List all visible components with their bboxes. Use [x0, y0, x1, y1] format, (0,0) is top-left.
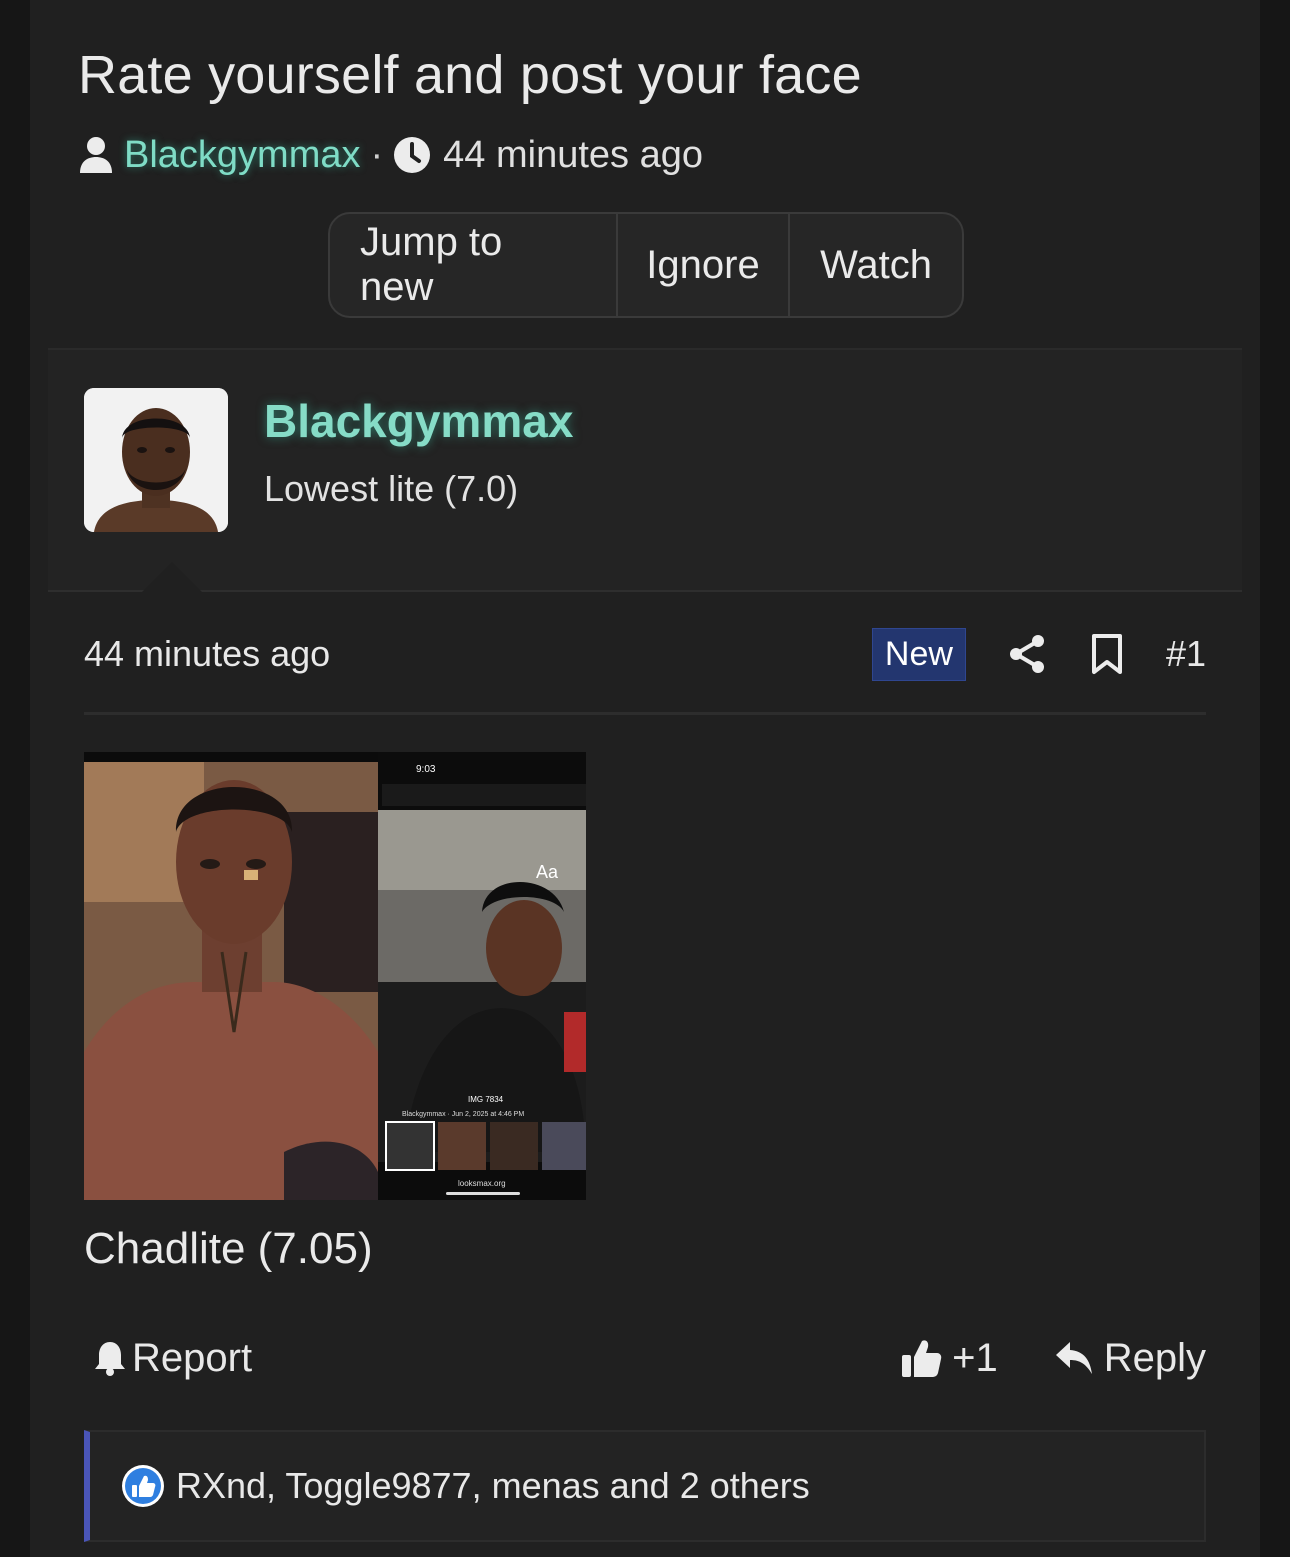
- post-actions: Report +1 Reply: [84, 1330, 1206, 1386]
- post-attachment-image[interactable]: 9:03 Aa IMG 7834 Blackgymmax · Jun 2, 20…: [84, 752, 586, 1200]
- thread-author-link[interactable]: Blackgymmax: [124, 134, 361, 177]
- img-meta: Blackgymmax · Jun 2, 2025 at 4:46 PM: [402, 1111, 524, 1118]
- like-count: +1: [952, 1335, 998, 1380]
- post-pointer-arrow: [140, 562, 204, 594]
- reactions-text: RXnd, Toggle9877, menas and 2 others: [176, 1465, 810, 1506]
- clock-icon: [394, 137, 431, 173]
- ignore-button[interactable]: Ignore: [618, 214, 790, 316]
- thread-meta: Blackgymmax · 44 minutes ago: [78, 130, 703, 180]
- poster-user-title: Lowest lite (7.0): [264, 468, 519, 509]
- report-label: Report: [132, 1335, 253, 1380]
- post-number-link[interactable]: #1: [1166, 633, 1206, 675]
- poster-username[interactable]: Blackgymmax: [264, 394, 573, 448]
- watch-button[interactable]: Watch: [790, 214, 962, 316]
- thumbs-up-icon: [902, 1340, 942, 1377]
- share-icon[interactable]: [1006, 633, 1048, 675]
- report-button[interactable]: Report: [84, 1336, 252, 1381]
- post-meta-right: New #1: [871, 627, 1206, 681]
- actions-right: +1 Reply: [900, 1336, 1206, 1381]
- like-reaction-icon: [122, 1465, 164, 1507]
- like-button[interactable]: +1: [900, 1336, 998, 1381]
- reply-button[interactable]: Reply: [1054, 1336, 1206, 1381]
- aa-tool: Aa: [536, 862, 559, 882]
- reactions-bar[interactable]: RXnd, Toggle9877, menas and 2 others: [84, 1430, 1206, 1542]
- bell-icon: [95, 1342, 125, 1376]
- avatar-image: [84, 388, 228, 532]
- avatar[interactable]: [84, 388, 228, 532]
- reply-arrow-icon: [1055, 1342, 1092, 1374]
- jump-to-new-button[interactable]: Jump to new: [330, 214, 618, 316]
- post-meta-bar: 44 minutes ago New #1: [84, 622, 1206, 686]
- url-bar: looksmax.org: [458, 1179, 506, 1188]
- thread-time: 44 minutes ago: [443, 133, 703, 176]
- reply-label: Reply: [1103, 1335, 1206, 1380]
- thread-action-buttons: Jump to new Ignore Watch: [328, 212, 964, 318]
- post-user-header: Blackgymmax Lowest lite (7.0): [48, 348, 1242, 594]
- post-divider: [84, 712, 1206, 715]
- post-body-text: Chadlite (7.05): [84, 1224, 373, 1273]
- post-time[interactable]: 44 minutes ago: [84, 633, 330, 675]
- user-icon: [80, 137, 112, 173]
- status-time: 9:03: [416, 764, 436, 775]
- meta-separator: ·: [370, 133, 384, 176]
- bookmark-icon[interactable]: [1086, 633, 1128, 675]
- page: Rate yourself and post your face Blackgy…: [30, 0, 1260, 1557]
- img-caption: IMG 7834: [468, 1095, 504, 1104]
- new-badge: New: [871, 627, 966, 681]
- thread-title: Rate yourself and post your face: [78, 45, 862, 105]
